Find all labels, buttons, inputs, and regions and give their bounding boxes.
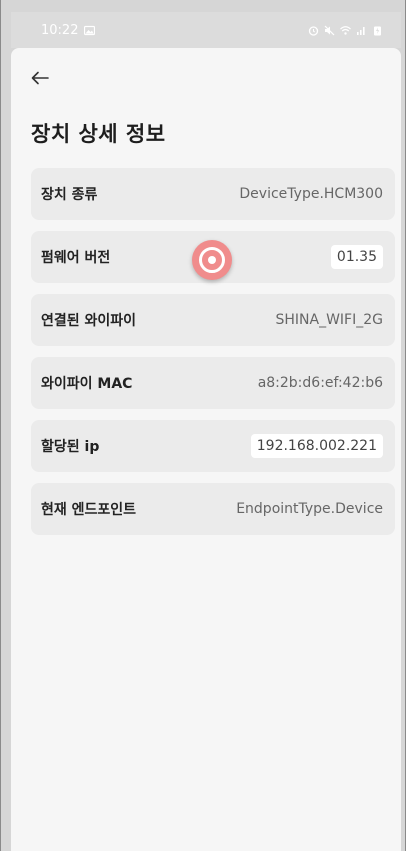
row-value: EndpointType.Device xyxy=(236,501,383,517)
tap-indicator-ring xyxy=(199,247,225,273)
device-info-list: 장치 종류 DeviceType.HCM300 펌웨어 버전 01.35 연결된… xyxy=(31,168,395,546)
back-button[interactable] xyxy=(29,68,51,90)
info-row-current-endpoint: 현재 엔드포인트 EndpointType.Device xyxy=(31,483,395,535)
row-label: 현재 엔드포인트 xyxy=(41,502,137,518)
row-value: DeviceType.HCM300 xyxy=(239,186,383,202)
info-row-assigned-ip: 할당된 ip 192.168.002.221 xyxy=(31,420,395,472)
status-left: 10:22 xyxy=(41,22,96,38)
alarm-icon xyxy=(308,25,319,36)
row-value: 01.35 xyxy=(330,245,383,269)
tap-indicator-dot xyxy=(208,256,216,264)
row-value: 192.168.002.221 xyxy=(250,434,383,458)
page-title: 장치 상세 정보 xyxy=(31,122,166,146)
tap-indicator-icon xyxy=(192,240,232,280)
status-time: 10:22 xyxy=(41,22,79,38)
row-label: 할당된 ip xyxy=(41,439,100,455)
row-label: 장치 종류 xyxy=(41,187,98,203)
row-label: 펌웨어 버전 xyxy=(41,250,111,266)
mute-icon xyxy=(324,25,335,36)
row-value: a8:2b:d6:ef:42:b6 xyxy=(257,375,383,391)
row-label: 연결된 와이파이 xyxy=(41,313,137,329)
row-value: SHINA_WIFI_2G xyxy=(275,312,383,328)
app-screen: 장치 상세 정보 장치 종류 DeviceType.HCM300 펌웨어 버전 … xyxy=(11,48,401,851)
info-row-wifi-mac: 와이파이 MAC a8:2b:d6:ef:42:b6 xyxy=(31,357,395,409)
image-icon xyxy=(84,25,96,36)
info-row-connected-wifi: 연결된 와이파이 SHINA_WIFI_2G xyxy=(31,294,395,346)
signal-icon xyxy=(356,25,367,36)
device-frame: 10:22 장치 상세 정보 장치 종류 DeviceType.HCM300 펌… xyxy=(0,0,406,851)
status-bar: 10:22 xyxy=(11,12,401,48)
status-right xyxy=(308,25,383,36)
wifi-icon xyxy=(340,25,351,36)
battery-charging-icon xyxy=(372,25,383,36)
info-row-device-type: 장치 종류 DeviceType.HCM300 xyxy=(31,168,395,220)
arrow-left-icon xyxy=(31,70,49,89)
row-label: 와이파이 MAC xyxy=(41,376,133,392)
